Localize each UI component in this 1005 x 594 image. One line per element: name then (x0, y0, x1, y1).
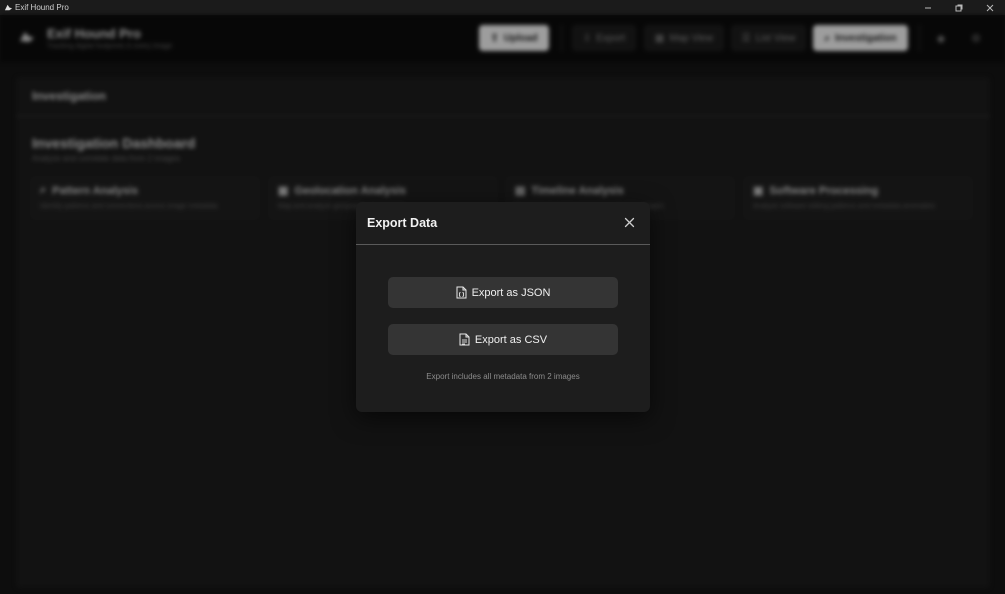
dialog-header: Export Data (356, 202, 650, 245)
close-window-button[interactable] (974, 0, 1005, 15)
window-titlebar: Exif Hound Pro (0, 0, 1005, 15)
export-json-button[interactable]: Export as JSON (388, 277, 618, 308)
minimize-button[interactable] (912, 0, 943, 15)
restore-icon (955, 4, 962, 11)
minimize-icon (924, 7, 931, 8)
export-note: Export includes all metadata from 2 imag… (426, 372, 580, 381)
csv-file-icon (459, 333, 470, 346)
app-logo-icon (3, 3, 13, 13)
restore-button[interactable] (943, 0, 974, 15)
export-csv-button[interactable]: Export as CSV (388, 324, 618, 355)
export-csv-label: Export as CSV (474, 333, 548, 346)
close-icon (624, 217, 634, 227)
export-json-label: Export as JSON (471, 286, 551, 299)
close-icon (986, 4, 993, 11)
export-dialog: Export Data Export as JSON Export as CSV… (356, 202, 650, 412)
window-controls (912, 0, 1005, 15)
close-dialog-button[interactable] (622, 215, 636, 229)
window-title: Exif Hound Pro (15, 3, 69, 12)
dialog-title: Export Data (367, 216, 438, 230)
json-file-icon (456, 286, 467, 299)
